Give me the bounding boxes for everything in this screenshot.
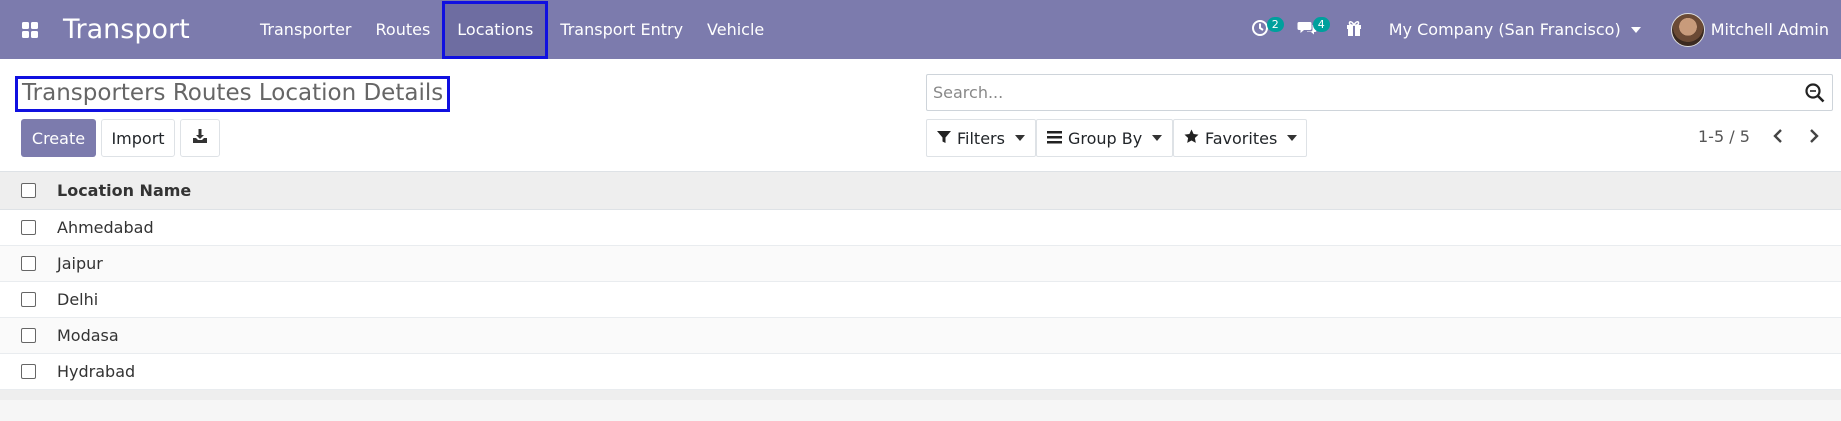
gift-icon [1345, 19, 1363, 41]
download-button[interactable] [180, 119, 220, 157]
user-menu[interactable]: Mitchell Admin [1653, 12, 1841, 47]
location-name-cell: Modasa [57, 326, 119, 345]
apps-menu-icon[interactable] [0, 0, 60, 59]
row-checkbox[interactable] [20, 256, 36, 271]
table-row[interactable]: Modasa [0, 318, 1841, 354]
table-row[interactable]: Jaipur [0, 246, 1841, 282]
filters-label: Filters [957, 128, 1005, 148]
clock-icon [1251, 19, 1269, 41]
list-view: Location Name Ahmedabad Jaipur Delhi Mod… [0, 172, 1841, 400]
filters-dropdown[interactable]: Filters [926, 119, 1036, 157]
main-menu: Transporter Routes Locations Transport E… [248, 0, 776, 59]
groupby-dropdown[interactable]: Group By [1036, 119, 1173, 157]
messages-badge: 4 [1312, 17, 1330, 32]
column-header-location-name[interactable]: Location Name [57, 181, 191, 200]
select-all-checkbox[interactable] [20, 183, 36, 198]
row-checkbox[interactable] [20, 220, 36, 235]
table-row[interactable]: Hydrabad [0, 354, 1841, 390]
menu-item-transporter[interactable]: Transporter [248, 0, 364, 59]
search-input[interactable] [927, 76, 1804, 109]
chevron-down-icon [1152, 135, 1163, 141]
import-button[interactable]: Import [101, 119, 175, 157]
chevron-right-icon [1809, 128, 1819, 147]
create-button[interactable]: Create [21, 119, 96, 157]
list-icon [1047, 129, 1062, 148]
table-row[interactable]: Ahmedabad [0, 210, 1841, 246]
control-panel: Transporters Routes Location Details Cre… [0, 59, 1841, 172]
pager-next-button[interactable] [1804, 125, 1824, 149]
menu-item-locations[interactable]: Locations [442, 0, 549, 59]
table-footer [0, 390, 1841, 400]
search-icon[interactable] [1804, 82, 1826, 104]
chevron-left-icon [1773, 128, 1783, 147]
star-icon [1184, 129, 1199, 148]
location-name-cell: Jaipur [57, 254, 103, 273]
table-header: Location Name [0, 172, 1841, 210]
chevron-down-icon [1630, 26, 1641, 33]
avatar [1670, 12, 1705, 47]
menu-item-vehicle[interactable]: Vehicle [695, 0, 776, 59]
row-checkbox[interactable] [20, 328, 36, 343]
favorites-label: Favorites [1205, 128, 1278, 148]
gift-button[interactable] [1331, 0, 1377, 59]
activity-button[interactable]: 2 [1237, 0, 1284, 59]
location-name-cell: Delhi [57, 290, 99, 309]
favorites-dropdown[interactable]: Favorites [1173, 119, 1307, 157]
pager-value[interactable]: 1-5 / 5 [1698, 127, 1750, 146]
top-navbar: Transport Transporter Routes Locations T… [0, 0, 1841, 59]
menu-item-transport-entry[interactable]: Transport Entry [548, 0, 695, 59]
activity-badge: 2 [1266, 17, 1284, 32]
download-icon [192, 128, 208, 148]
app-title[interactable]: Transport [63, 14, 248, 45]
search-bar [926, 74, 1833, 111]
row-checkbox[interactable] [20, 292, 36, 307]
location-name-cell: Hydrabad [57, 362, 136, 381]
messages-button[interactable]: 4 [1283, 0, 1331, 59]
groupby-label: Group By [1068, 128, 1143, 148]
table-body: Ahmedabad Jaipur Delhi Modasa Hydrabad [0, 210, 1841, 390]
user-name: Mitchell Admin [1710, 20, 1829, 39]
location-name-cell: Ahmedabad [57, 218, 154, 237]
chevron-down-icon [1287, 135, 1298, 141]
company-name: My Company (San Francisco) [1388, 20, 1621, 39]
pager-previous-button[interactable] [1768, 125, 1788, 149]
table-row[interactable]: Delhi [0, 282, 1841, 318]
menu-item-routes[interactable]: Routes [364, 0, 443, 59]
page-title: Transporters Routes Location Details [15, 76, 451, 112]
filter-icon [937, 129, 951, 148]
systray: 2 4 My Company (San Francisco) Mitchell … [1237, 0, 1841, 59]
row-checkbox[interactable] [20, 364, 36, 379]
company-switcher[interactable]: My Company (San Francisco) [1377, 20, 1653, 39]
chevron-down-icon [1014, 135, 1025, 141]
